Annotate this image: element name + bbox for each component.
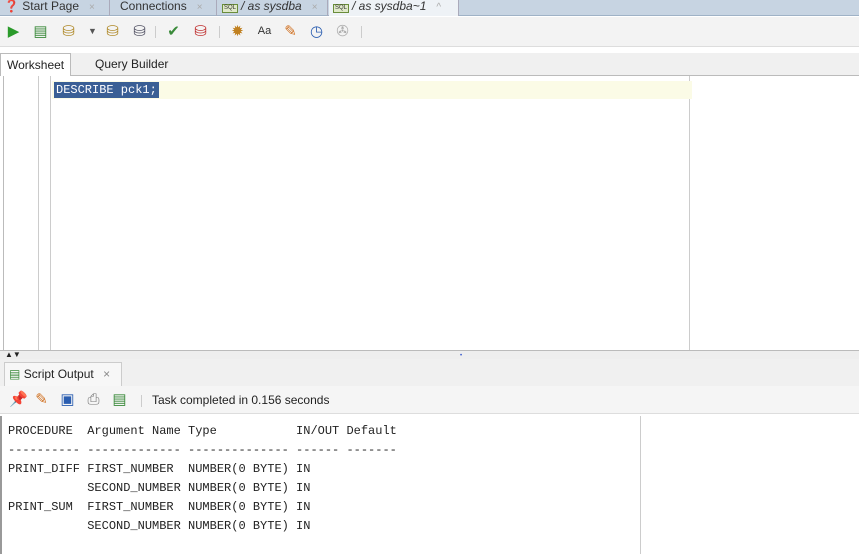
document-tab-bar: ❓ Start Page × Connections × SQL / as sysdb…	[0, 0, 859, 16]
run-script-icon[interactable]: ▤	[32, 23, 49, 40]
commit-icon[interactable]: ⛁	[60, 23, 77, 40]
tab-script-output[interactable]: ▤ Script Output ×	[4, 362, 122, 386]
close-icon[interactable]: ×	[312, 2, 318, 13]
explain-plan-icon[interactable]: ⛁	[131, 23, 148, 40]
tab-sysdba-1[interactable]: SQL / as sysdba~1 ^	[329, 0, 459, 16]
save-icon[interactable]: ▣	[59, 391, 76, 408]
tab-sysdba[interactable]: SQL / as sysdba ×	[218, 0, 328, 16]
autotrace-icon[interactable]: ✔	[165, 23, 182, 40]
editor-code[interactable]: DESCRIBE pck1;	[54, 82, 159, 98]
close-icon[interactable]: ×	[103, 367, 110, 381]
pin-icon[interactable]: 📌	[9, 391, 28, 408]
tab-connections[interactable]: Connections ×	[111, 0, 217, 16]
run-script-icon[interactable]: ▤	[111, 391, 128, 408]
sql-icon: SQL	[222, 4, 238, 13]
script-output-area[interactable]: PROCEDURE Argument Name Type IN/OUT Defa…	[0, 416, 859, 554]
close-icon[interactable]: ×	[89, 2, 95, 13]
change-case-icon[interactable]: Aa	[256, 23, 273, 40]
print-icon[interactable]: ⎙	[85, 391, 102, 408]
history-clock-icon[interactable]: ◷	[308, 23, 325, 40]
sql-editor[interactable]: DESCRIBE pck1;	[3, 76, 859, 350]
script-output-icon: ▤	[9, 367, 21, 381]
sql-icon: SQL	[333, 4, 349, 13]
tools-icon[interactable]: ✇	[334, 23, 351, 40]
chevron-down-icon[interactable]: ▼	[84, 23, 101, 40]
collapse-arrows-icon[interactable]: ▲▼	[5, 350, 21, 359]
sql-history-icon[interactable]: ✹	[229, 23, 246, 40]
close-icon[interactable]: ×	[197, 2, 203, 13]
clear-icon[interactable]: ✎	[33, 391, 50, 408]
tab-worksheet[interactable]: Worksheet	[0, 53, 72, 76]
clear-icon[interactable]: ✎	[282, 23, 299, 40]
close-icon[interactable]: ^	[436, 2, 441, 13]
tab-start-page[interactable]: ❓ Start Page ×	[0, 0, 110, 16]
tab-query-builder[interactable]: Query Builder	[89, 53, 174, 76]
output-tab-bar: ▤ Script Output ×	[0, 359, 859, 386]
worksheet-tab-bar: Worksheet Query Builder	[0, 53, 859, 76]
help-icon: ❓	[4, 0, 19, 13]
sql-tuning-icon[interactable]: ⛁	[192, 23, 209, 40]
worksheet-toolbar: ▶ ▤ ⛁ ▼ ⛁ ⛁ ✔ ⛁ ✹ Aa ✎ ◷ ✇	[0, 17, 859, 47]
output-toolbar: 📌 ✎ ▣ ⎙ ▤ Task completed in 0.156 second…	[0, 386, 859, 414]
rollback-icon[interactable]: ⛁	[104, 23, 121, 40]
status-text: Task completed in 0.156 seconds	[152, 393, 330, 407]
describe-output: PROCEDURE Argument Name Type IN/OUT Defa…	[8, 424, 397, 533]
splitter[interactable]: ▲▼ •	[0, 350, 859, 359]
run-statement-icon[interactable]: ▶	[5, 23, 22, 40]
